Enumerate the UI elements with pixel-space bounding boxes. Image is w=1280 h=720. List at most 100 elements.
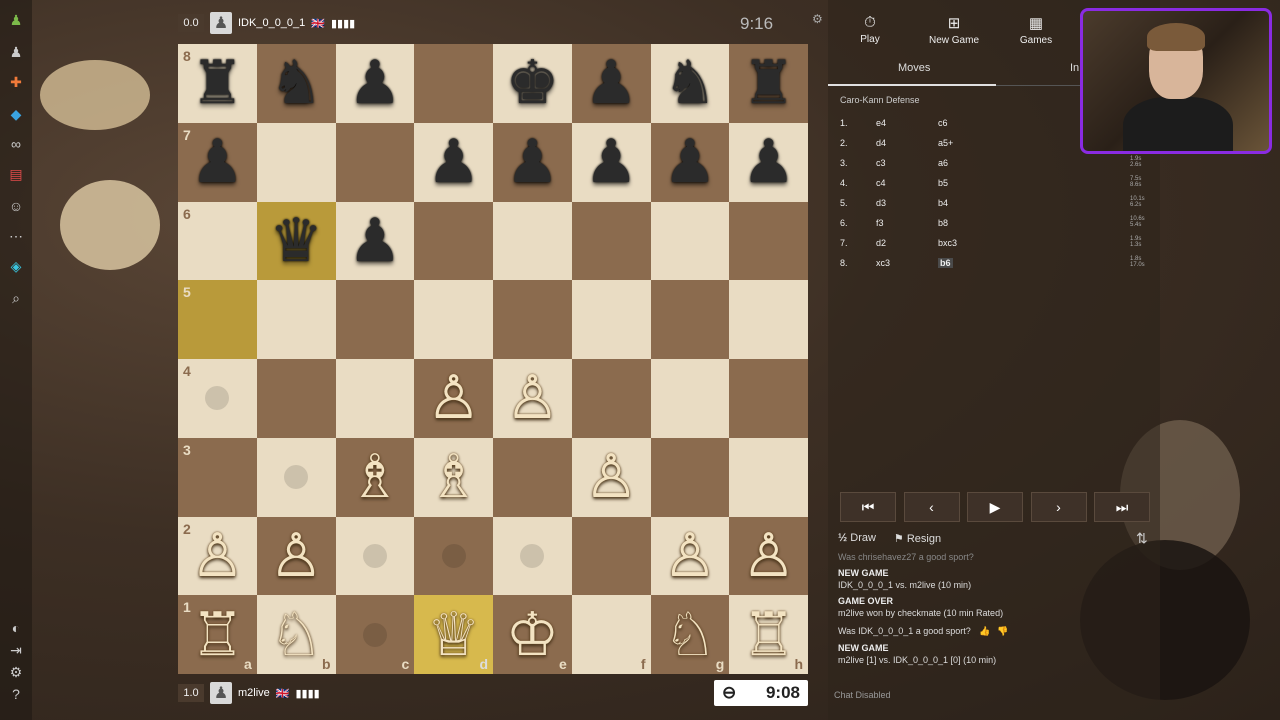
- square-c1[interactable]: c: [335, 595, 415, 674]
- square-a2[interactable]: 2 ♙: [178, 516, 257, 596]
- square-f7[interactable]: ♟: [571, 122, 651, 202]
- square-e3[interactable]: [493, 437, 572, 517]
- square-f2[interactable]: [571, 516, 651, 596]
- resign-button[interactable]: ⚑ Resign: [894, 532, 941, 545]
- square-b8[interactable]: ♞: [256, 44, 336, 123]
- black-piece-e7[interactable]: ♟: [493, 123, 572, 202]
- square-b2[interactable]: ♙: [256, 516, 336, 596]
- square-d1[interactable]: d ♕: [414, 595, 493, 674]
- white-piece-g2[interactable]: ♙: [651, 517, 730, 596]
- settings-icon[interactable]: ⚙: [6, 662, 26, 682]
- square-a1[interactable]: 1 a ♖: [178, 595, 257, 674]
- thumbs-up-icon[interactable]: 👍: [979, 626, 990, 636]
- binoculars-icon[interactable]: ∞: [6, 134, 26, 154]
- help-icon[interactable]: ?: [6, 684, 26, 704]
- board-settings-icon[interactable]: ⚙: [812, 12, 823, 26]
- square-e4[interactable]: ♙: [493, 359, 572, 438]
- square-a8[interactable]: 8 ♜: [178, 44, 257, 123]
- black-move[interactable]: b4: [938, 198, 948, 208]
- top-player-avatar[interactable]: ♟: [210, 12, 232, 34]
- square-e6[interactable]: [493, 201, 572, 281]
- white-piece-a2[interactable]: ♙: [178, 517, 257, 596]
- pawn-icon[interactable]: ♟: [6, 10, 26, 30]
- square-f3[interactable]: ♙: [571, 437, 651, 517]
- square-f5[interactable]: [571, 280, 651, 359]
- move-hint-dot[interactable]: [362, 543, 387, 568]
- white-move[interactable]: e4: [876, 118, 886, 128]
- move-hint-dot[interactable]: [284, 465, 309, 490]
- black-move[interactable]: c6: [938, 118, 948, 128]
- black-piece-b6[interactable]: ♛: [257, 202, 336, 281]
- theme-icon[interactable]: ◐: [6, 618, 26, 638]
- nav-games-button[interactable]: ▦ Games: [996, 14, 1076, 46]
- black-piece-a8[interactable]: ♜: [178, 44, 257, 123]
- square-c3[interactable]: ♗: [335, 437, 415, 517]
- top-player-name[interactable]: IDK_0_0_0_1: [238, 17, 305, 29]
- white-move[interactable]: c3: [876, 158, 886, 168]
- white-piece-a1[interactable]: ♖: [178, 595, 257, 674]
- square-c2[interactable]: [335, 516, 415, 596]
- square-g3[interactable]: [650, 437, 730, 517]
- black-move[interactable]: a6: [938, 158, 948, 168]
- move-hint-dot[interactable]: [362, 622, 387, 647]
- square-e1[interactable]: e ♔: [493, 595, 572, 674]
- white-piece-c3[interactable]: ♗: [336, 438, 415, 517]
- white-piece-b2[interactable]: ♙: [257, 517, 336, 596]
- white-piece-d4[interactable]: ♙: [414, 359, 493, 438]
- tab-info[interactable]: In: [1070, 62, 1079, 74]
- square-b3[interactable]: [256, 437, 336, 517]
- chess-board[interactable]: 8 ♜ ♞ ♟ ♚ ♟ ♞ ♜ 7 ♟ ♟ ♟ ♟ ♟ ♟ 6 ♛ ♟ 5 4 ♙ ♙ 3 ♗ ♗ ♙ 2 ♙ ♙ ♙ ♙ 1 a ♖ b ♘ c d ♕ e…: [178, 44, 808, 674]
- square-c4[interactable]: [335, 359, 415, 438]
- black-piece-c8[interactable]: ♟: [336, 44, 415, 123]
- square-f1[interactable]: f: [571, 595, 651, 674]
- square-b7[interactable]: [256, 122, 336, 202]
- square-d2[interactable]: [414, 516, 493, 596]
- square-d3[interactable]: ♗: [414, 437, 493, 517]
- square-b4[interactable]: [256, 359, 336, 438]
- white-move[interactable]: c4: [876, 178, 886, 188]
- friends-icon[interactable]: ☺: [6, 196, 26, 216]
- square-e7[interactable]: ♟: [493, 122, 572, 202]
- square-h3[interactable]: [729, 437, 808, 517]
- square-b1[interactable]: b ♘: [256, 595, 336, 674]
- square-g2[interactable]: ♙: [650, 516, 730, 596]
- square-f8[interactable]: ♟: [571, 44, 651, 123]
- square-d5[interactable]: [414, 280, 493, 359]
- news-icon[interactable]: ▤: [6, 164, 26, 184]
- black-move[interactable]: a5+: [938, 138, 953, 148]
- tab-moves[interactable]: Moves: [898, 62, 930, 74]
- square-e8[interactable]: ♚: [493, 44, 572, 123]
- white-piece-d3[interactable]: ♗: [414, 438, 493, 517]
- white-move[interactable]: d4: [876, 138, 886, 148]
- flip-board-icon[interactable]: ⇅: [1136, 530, 1148, 547]
- white-piece-e4[interactable]: ♙: [493, 359, 572, 438]
- black-move[interactable]: b6: [938, 258, 953, 268]
- bottom-player-name[interactable]: m2live: [238, 687, 270, 699]
- more-icon[interactable]: ⋯: [6, 226, 26, 246]
- white-piece-f3[interactable]: ♙: [572, 438, 651, 517]
- black-piece-f8[interactable]: ♟: [572, 44, 651, 123]
- black-piece-h7[interactable]: ♟: [729, 123, 808, 202]
- square-c7[interactable]: [335, 122, 415, 202]
- black-piece-e8[interactable]: ♚: [493, 44, 572, 123]
- square-h2[interactable]: ♙: [729, 516, 808, 596]
- square-a5[interactable]: 5: [178, 280, 257, 359]
- square-a4[interactable]: 4: [178, 359, 257, 438]
- chat-disabled-input[interactable]: Chat Disabled: [834, 690, 891, 700]
- square-a6[interactable]: 6: [178, 201, 257, 281]
- square-h5[interactable]: [729, 280, 808, 359]
- square-h8[interactable]: ♜: [729, 44, 808, 123]
- square-f6[interactable]: [571, 201, 651, 281]
- square-g7[interactable]: ♟: [650, 122, 730, 202]
- white-move[interactable]: d2: [876, 238, 886, 248]
- first-move-button[interactable]: ⏮: [840, 492, 896, 522]
- square-h4[interactable]: [729, 359, 808, 438]
- black-piece-g7[interactable]: ♟: [651, 123, 730, 202]
- square-g6[interactable]: [650, 201, 730, 281]
- square-g8[interactable]: ♞: [650, 44, 730, 123]
- black-piece-b8[interactable]: ♞: [257, 44, 336, 123]
- cube-icon[interactable]: ◆: [6, 104, 26, 124]
- square-e5[interactable]: [493, 280, 572, 359]
- square-h1[interactable]: h ♖: [729, 595, 808, 674]
- draw-button[interactable]: ½ Draw: [838, 532, 876, 545]
